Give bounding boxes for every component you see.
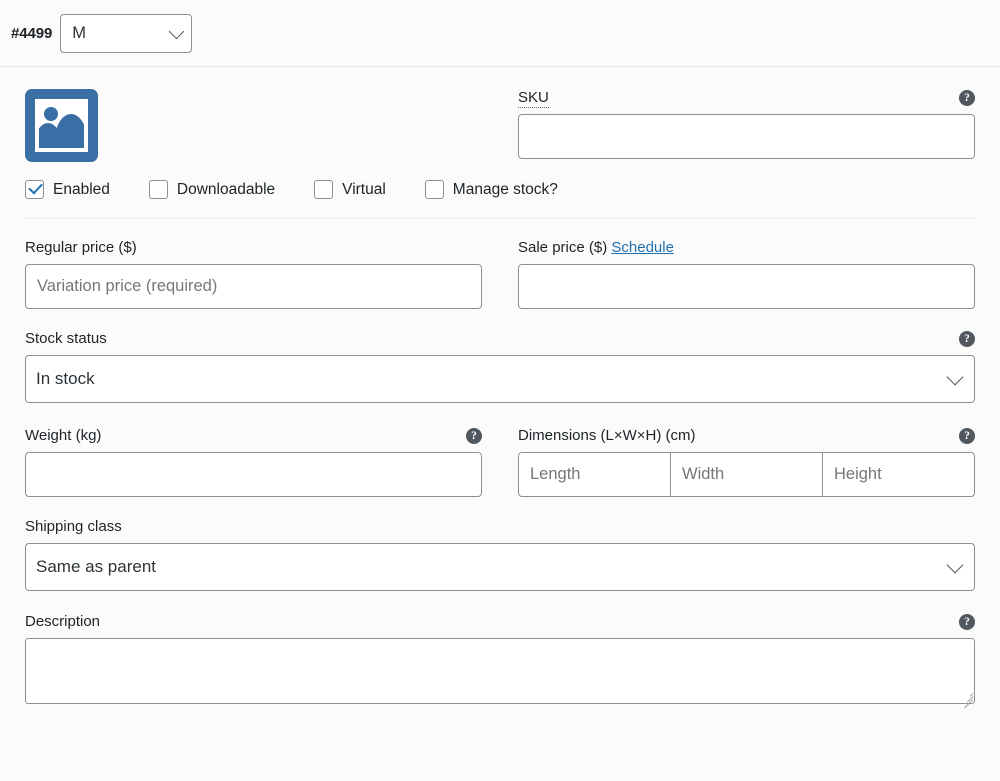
- description-textarea-wrapper: [25, 638, 975, 709]
- shipping-class-label: Shipping class: [25, 518, 122, 535]
- dimensions-field: Dimensions (L×W×H) (cm) ?: [518, 427, 975, 497]
- help-icon[interactable]: ?: [959, 331, 975, 347]
- variation-toggles-row: Enabled Downloadable Virtual Manage stoc…: [25, 180, 975, 219]
- weight-label: Weight (kg): [25, 427, 102, 444]
- checkbox-manage-stock[interactable]: Manage stock?: [424, 180, 558, 199]
- checkbox-label-enabled: Enabled: [53, 180, 110, 198]
- checkbox-label-manage-stock: Manage stock?: [452, 180, 558, 198]
- image-icon-sun: [44, 107, 58, 121]
- weight-label-row: Weight (kg) ?: [25, 427, 482, 445]
- weight-dimensions-row: Weight (kg) ? Dimensions (L×W×H) (cm) ?: [25, 427, 975, 497]
- shipping-class-field: Shipping class Same as parent: [25, 518, 975, 591]
- dimension-length-input[interactable]: [518, 452, 671, 497]
- shipping-class-value: Same as parent: [36, 557, 157, 576]
- product-variation-panel: #4499 M SKU ? Enabled Downloadable Virtu…: [0, 0, 1000, 781]
- dimensions-label: Dimensions (L×W×H) (cm): [518, 427, 696, 444]
- checkbox-box-downloadable[interactable]: [148, 180, 168, 199]
- dimensions-label-row: Dimensions (L×W×H) (cm) ?: [518, 427, 975, 445]
- regular-price-field: Regular price ($): [25, 239, 482, 309]
- chevron-down-icon: [168, 23, 185, 40]
- stock-status-value: In stock: [36, 369, 95, 388]
- stock-status-label-row: Stock status ?: [25, 330, 975, 348]
- checkbox-box-manage-stock[interactable]: [424, 180, 444, 199]
- image-icon-frame: [39, 103, 84, 148]
- regular-price-input[interactable]: [25, 264, 482, 309]
- image-icon-hill-right: [55, 114, 84, 148]
- help-icon[interactable]: ?: [959, 428, 975, 444]
- dimension-height-input[interactable]: [822, 452, 975, 497]
- help-icon[interactable]: ?: [959, 614, 975, 630]
- sale-price-input[interactable]: [518, 264, 975, 309]
- help-icon[interactable]: ?: [466, 428, 482, 444]
- shipping-class-select[interactable]: Same as parent: [25, 543, 975, 591]
- chevron-down-icon: [946, 368, 964, 386]
- description-label: Description: [25, 613, 101, 630]
- regular-price-label: Regular price ($): [25, 239, 137, 256]
- price-row: Regular price ($) Sale price ($) Schedul…: [25, 239, 975, 309]
- sale-price-field: Sale price ($) Schedule: [518, 239, 975, 309]
- weight-field: Weight (kg) ?: [25, 427, 482, 497]
- chevron-down-icon: [946, 556, 964, 574]
- sku-field: SKU ?: [518, 89, 975, 159]
- sku-input[interactable]: [518, 114, 975, 159]
- checkbox-label-virtual: Virtual: [342, 180, 386, 198]
- schedule-sale-link[interactable]: Schedule: [611, 239, 674, 256]
- image-and-sku-row: SKU ?: [25, 89, 975, 162]
- dimensions-inputs: [518, 452, 975, 497]
- description-label-row: Description ?: [25, 613, 975, 631]
- stock-status-select[interactable]: In stock: [25, 355, 975, 403]
- help-icon[interactable]: ?: [959, 90, 975, 106]
- checkbox-enabled[interactable]: Enabled: [25, 180, 110, 199]
- checkbox-virtual[interactable]: Virtual: [314, 180, 386, 199]
- variation-header: #4499 M: [0, 0, 1000, 67]
- stock-status-field: Stock status ? In stock: [25, 330, 975, 403]
- weight-input[interactable]: [25, 452, 482, 497]
- checkbox-box-enabled[interactable]: [25, 180, 44, 199]
- sku-label-row: SKU ?: [518, 89, 975, 108]
- column-spacer: [482, 239, 518, 309]
- attribute-size-select[interactable]: M: [60, 13, 193, 53]
- checkbox-box-virtual[interactable]: [314, 180, 334, 199]
- sale-price-label: Sale price ($) Schedule: [518, 239, 674, 256]
- image-placeholder-icon[interactable]: [25, 89, 98, 162]
- sku-label: SKU: [518, 89, 549, 108]
- variation-body: SKU ? Enabled Downloadable Virtual Manag…: [0, 67, 1000, 709]
- stock-status-label: Stock status: [25, 330, 107, 347]
- checkbox-label-downloadable: Downloadable: [176, 180, 276, 198]
- checkbox-downloadable[interactable]: Downloadable: [148, 180, 276, 199]
- description-field: Description ?: [25, 613, 975, 709]
- dimension-width-input[interactable]: [670, 452, 823, 497]
- description-textarea[interactable]: [25, 638, 975, 704]
- column-spacer: [482, 427, 518, 497]
- variation-image-cell: [25, 89, 482, 162]
- variation-id: #4499: [11, 24, 53, 42]
- attribute-size-value: M: [72, 23, 86, 42]
